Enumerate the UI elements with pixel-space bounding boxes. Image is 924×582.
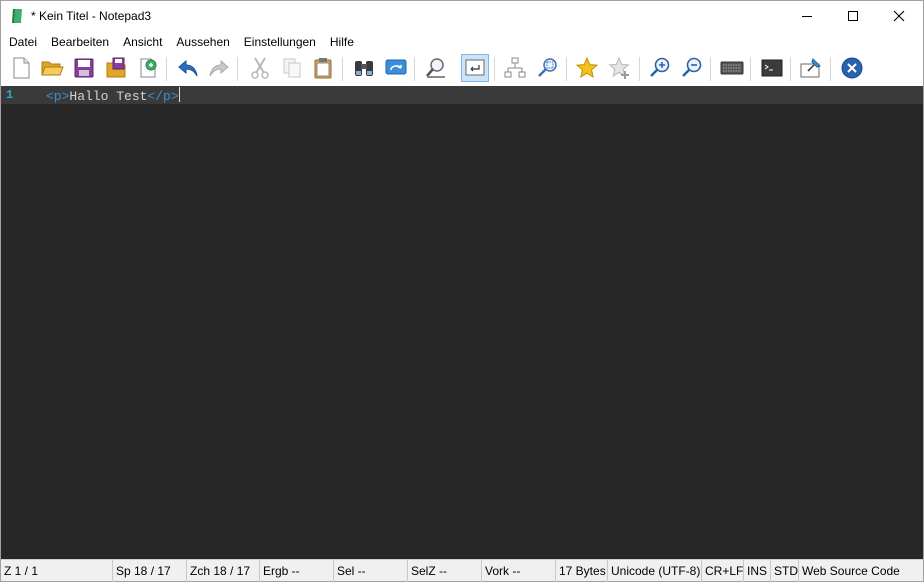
toolbar-separator — [494, 57, 495, 81]
menu-bar: Datei Bearbeiten Ansicht Aussehen Einste… — [1, 32, 923, 52]
status-selected-lines[interactable]: SelZ -- — [408, 560, 482, 582]
status-occurrences[interactable]: Vork -- — [482, 560, 556, 582]
menu-bearbeiten[interactable]: Bearbeiten — [44, 32, 116, 52]
reload-button[interactable] — [134, 54, 162, 82]
window-title: * Kein Titel - Notepad3 — [31, 9, 152, 23]
line-number: 1 — [6, 88, 14, 102]
status-eol[interactable]: CR+LF — [702, 560, 744, 582]
toolbar-separator — [710, 57, 711, 81]
status-char[interactable]: Zch 18 / 17 — [187, 560, 260, 582]
toolbar — [1, 52, 923, 86]
text-caret — [178, 87, 180, 102]
new-file-icon — [13, 57, 30, 79]
close-button[interactable] — [876, 1, 922, 31]
status-mode[interactable]: STD — [771, 560, 799, 582]
maximize-icon — [848, 11, 858, 21]
status-selection[interactable]: Sel -- — [334, 560, 408, 582]
pin-button[interactable] — [797, 54, 825, 82]
toolbar-separator — [166, 57, 167, 81]
status-column[interactable]: Sp 18 / 17 — [113, 560, 187, 582]
status-encoding[interactable]: Unicode (UTF-8) — [608, 560, 702, 582]
zoom-out-button[interactable] — [678, 54, 706, 82]
zoom-in-icon — [650, 57, 670, 77]
undo-icon — [178, 59, 198, 77]
console-icon — [761, 59, 783, 77]
favorites-button[interactable] — [573, 54, 601, 82]
status-result[interactable]: Ergb -- — [260, 560, 334, 582]
copy-button[interactable] — [278, 54, 306, 82]
add-favorite-button[interactable] — [606, 54, 634, 82]
minimize-button[interactable] — [784, 1, 830, 31]
code-line[interactable]: <p>Hallo Test</p> — [46, 87, 180, 105]
line-text: Hallo Test — [69, 89, 148, 104]
paste-button[interactable] — [309, 54, 337, 82]
select-zoom-button[interactable] — [534, 54, 562, 82]
toolbar-separator — [414, 57, 415, 81]
open-folder-icon — [41, 61, 64, 76]
cut-button[interactable] — [246, 54, 274, 82]
save-as-button[interactable] — [102, 54, 130, 82]
zoom-in-button[interactable] — [646, 54, 674, 82]
toolbar-separator — [639, 57, 640, 81]
app-icon — [12, 9, 22, 23]
word-wrap-icon — [465, 59, 485, 76]
menu-aussehen[interactable]: Aussehen — [169, 32, 236, 52]
save-button[interactable] — [70, 54, 98, 82]
select-zoom-icon — [538, 58, 557, 77]
copy-icon — [283, 58, 301, 78]
hierarchy-button[interactable] — [501, 54, 529, 82]
status-insert-mode[interactable]: INS — [744, 560, 771, 582]
close-circle-icon — [841, 57, 863, 79]
notepad3-window: * Kein Titel - Notepad3 Datei Bearbeiten… — [0, 0, 924, 582]
favorite-star-icon — [575, 56, 599, 79]
minimize-icon — [802, 16, 812, 17]
zoom-out-icon — [682, 57, 702, 77]
toolbar-separator — [566, 57, 567, 81]
find-zoom-button[interactable] — [422, 54, 450, 82]
pin-icon — [800, 58, 821, 78]
redo-icon — [209, 59, 229, 77]
menu-hilfe[interactable]: Hilfe — [323, 32, 361, 52]
menu-einstellungen[interactable]: Einstellungen — [237, 32, 323, 52]
status-size[interactable]: 17 Bytes — [556, 560, 608, 582]
find-icon — [355, 61, 373, 76]
menu-datei[interactable]: Datei — [2, 32, 44, 52]
html-open-tag: <p> — [46, 89, 70, 104]
html-close-tag: </p> — [147, 89, 179, 104]
maximize-button[interactable] — [830, 1, 876, 31]
toolbar-separator — [237, 57, 238, 81]
title-bar: * Kein Titel - Notepad3 — [1, 1, 923, 31]
paste-icon — [314, 58, 332, 79]
status-lexer[interactable]: Web Source Code — [799, 560, 923, 582]
hierarchy-icon — [504, 57, 526, 78]
undo-button[interactable] — [174, 54, 202, 82]
save-as-icon — [106, 57, 126, 78]
toolbar-separator — [342, 57, 343, 81]
add-favorite-icon — [608, 56, 630, 79]
exit-button[interactable] — [838, 54, 866, 82]
status-line[interactable]: Z 1 / 1 — [1, 560, 113, 582]
status-bar: Z 1 / 1 Sp 18 / 17 Zch 18 / 17 Ergb -- S… — [1, 559, 923, 582]
word-wrap-button[interactable] — [461, 54, 489, 82]
editor-area[interactable]: 1 <p>Hallo Test</p> — [1, 86, 923, 559]
menu-ansicht[interactable]: Ansicht — [116, 32, 169, 52]
keyboard-button[interactable] — [718, 54, 746, 82]
replace-icon — [385, 59, 407, 75]
replace-button[interactable] — [382, 54, 410, 82]
open-button[interactable] — [38, 54, 66, 82]
redo-button[interactable] — [205, 54, 233, 82]
close-icon — [893, 10, 905, 22]
cut-icon — [251, 57, 269, 79]
new-file-button[interactable] — [7, 54, 35, 82]
reload-icon — [140, 58, 157, 78]
toolbar-separator — [750, 57, 751, 81]
keyboard-icon — [720, 61, 744, 75]
find-button[interactable] — [350, 54, 378, 82]
save-icon — [74, 58, 94, 78]
toolbar-separator — [830, 57, 831, 81]
find-zoom-icon — [426, 58, 445, 78]
console-button[interactable] — [758, 54, 786, 82]
toolbar-separator — [790, 57, 791, 81]
